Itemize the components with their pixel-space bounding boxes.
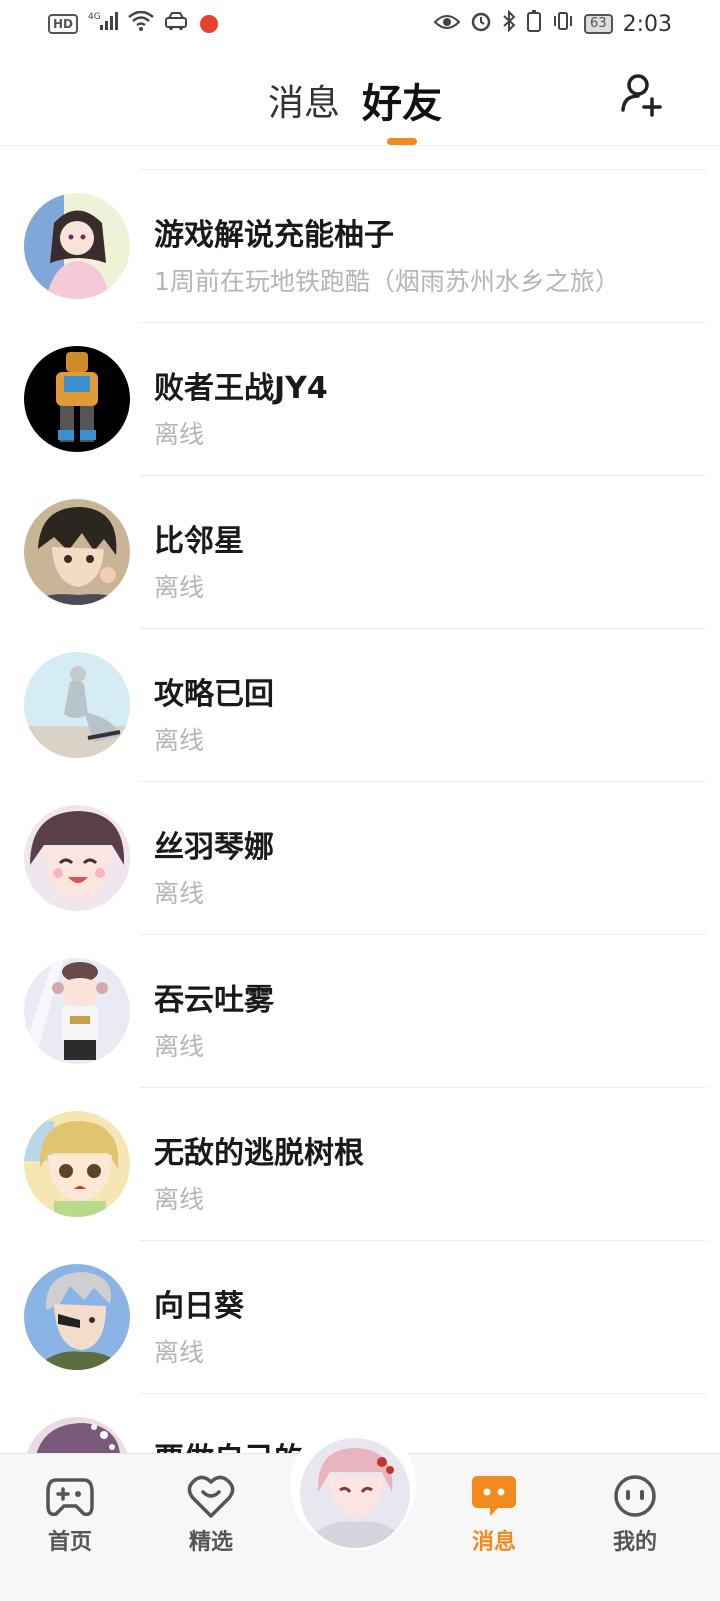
friend-status: 离线 (154, 1185, 205, 1214)
battery-indicator: 63 (584, 14, 613, 34)
notification-app-icon (200, 15, 219, 33)
friend-row[interactable]: 向日葵 离线 (0, 1241, 720, 1394)
friend-name: 比邻星 (154, 524, 244, 559)
friend-status: 离线 (154, 879, 205, 908)
top-header: 消息 好友 (0, 48, 720, 146)
nav-home[interactable]: 首页 (20, 1454, 120, 1601)
status-bar-right: 63 2:03 (433, 9, 672, 38)
svg-text:4G: 4G (88, 12, 101, 22)
friend-avatar[interactable] (24, 346, 130, 452)
friend-row[interactable]: 丝羽琴娜 离线 (0, 782, 720, 935)
clock: 2:03 (622, 11, 672, 37)
status-bar: HD 4G 63 2:03 (0, 0, 720, 48)
friend-avatar[interactable] (24, 193, 130, 299)
heart-chat-icon (187, 1475, 235, 1518)
vibrate-icon (552, 10, 574, 38)
friend-row[interactable]: 吞云吐雾 离线 (0, 935, 720, 1088)
nav-messages-label: 消息 (471, 1530, 516, 1555)
friend-name: 游戏解说充能柚子 (154, 218, 394, 253)
alarm-icon (470, 10, 492, 38)
eye-icon (433, 12, 461, 37)
nav-profile-label: 我的 (612, 1530, 657, 1555)
friend-row[interactable]: 攻略已回 离线 (0, 629, 720, 782)
nav-home-label: 首页 (47, 1530, 92, 1555)
friend-row[interactable]: 比邻星 离线 (0, 476, 720, 629)
friend-name: 无敌的逃脱树根 (154, 1136, 364, 1171)
add-friend-button[interactable] (618, 70, 668, 120)
center-avatar-button[interactable] (298, 1436, 412, 1550)
friend-avatar[interactable] (24, 499, 130, 605)
tab-messages[interactable]: 消息 (268, 74, 340, 126)
friend-status: 离线 (154, 573, 205, 602)
friend-name: 败者王战JY4 (154, 371, 328, 406)
tab-friends[interactable]: 好友 (362, 71, 442, 129)
chat-bubble-icon (472, 1476, 516, 1516)
nav-featured[interactable]: 精选 (161, 1454, 261, 1601)
friend-status: 离线 (154, 1338, 205, 1367)
friend-status: 1周前在玩地铁跑酷（烟雨苏州水乡之旅） (154, 267, 620, 296)
add-user-icon (621, 74, 662, 117)
friend-name: 丝羽琴娜 (154, 830, 274, 865)
nav-messages[interactable]: 消息 (444, 1454, 544, 1601)
friend-name: 吞云吐雾 (154, 983, 274, 1018)
friend-name: 向日葵 (154, 1289, 244, 1324)
active-tab-indicator (387, 138, 417, 145)
hd-badge: HD (48, 14, 79, 34)
friend-avatar[interactable] (24, 805, 130, 911)
friend-row[interactable]: 无敌的逃脱树根 离线 (0, 1088, 720, 1241)
friend-avatar[interactable] (24, 1111, 130, 1217)
car-icon (164, 11, 190, 37)
friend-status: 离线 (154, 1032, 205, 1061)
friend-avatar[interactable] (24, 958, 130, 1064)
friend-row[interactable]: 败者王战JY4 离线 (0, 323, 720, 476)
smiley-face-icon (614, 1475, 656, 1517)
friend-status: 离线 (154, 726, 205, 755)
signal-icon: 4G (88, 10, 119, 38)
friend-avatar[interactable] (24, 1264, 130, 1370)
gamepad-icon (46, 1478, 94, 1517)
friend-avatar[interactable] (24, 652, 130, 758)
nav-featured-label: 精选 (188, 1530, 233, 1555)
battery-saver-icon (526, 10, 542, 38)
friend-status: 离线 (154, 420, 205, 449)
bluetooth-icon (502, 9, 516, 38)
friend-row[interactable]: 游戏解说充能柚子 1周前在玩地铁跑酷（烟雨苏州水乡之旅） (0, 170, 720, 323)
nav-profile[interactable]: 我的 (585, 1454, 685, 1601)
friend-name: 攻略已回 (154, 677, 274, 712)
status-bar-left: HD 4G (48, 10, 219, 38)
wifi-icon (128, 10, 154, 37)
